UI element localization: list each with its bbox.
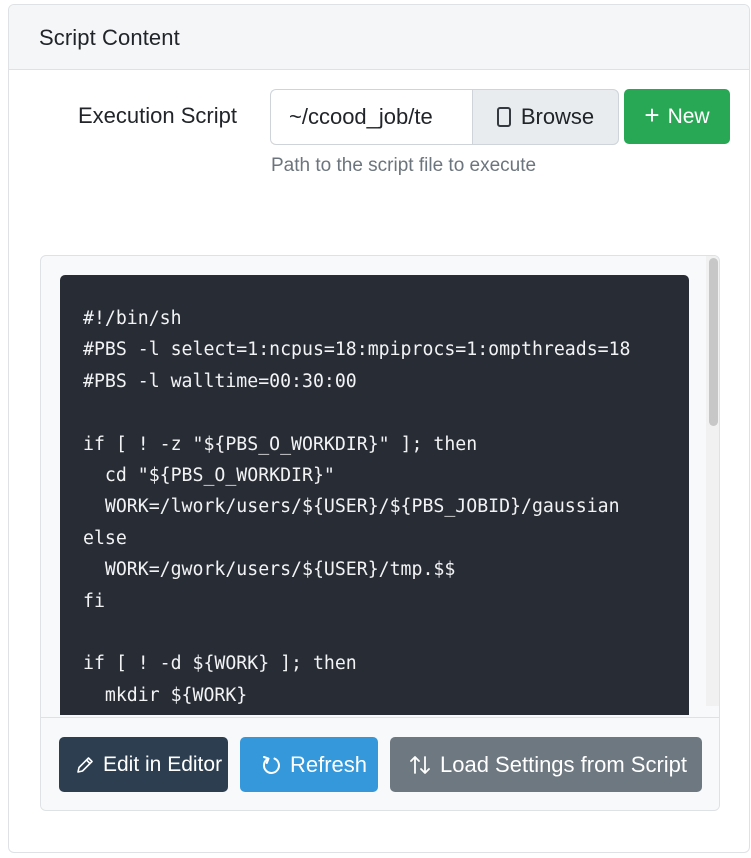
script-content-card: Script Content Execution Script Browse +… — [8, 4, 750, 853]
execution-script-label: Execution Script — [78, 103, 237, 128]
script-code-viewer[interactable]: #!/bin/sh #PBS -l select=1:ncpus=18:mpip… — [60, 275, 689, 715]
load-button-label: Load Settings from Script — [440, 751, 688, 777]
path-help-text: Path to the script file to execute — [271, 155, 537, 176]
sort-arrows-icon — [410, 755, 430, 774]
card-title: Script Content — [39, 25, 180, 50]
new-button-label: New — [667, 104, 710, 128]
new-script-button[interactable]: + New — [624, 89, 730, 144]
pencil-icon — [77, 756, 93, 773]
file-icon — [496, 107, 511, 127]
browse-button-label: Browse — [520, 104, 595, 129]
script-scrollbar[interactable] — [706, 256, 719, 706]
script-preview-panel: #!/bin/sh #PBS -l select=1:ncpus=18:mpip… — [40, 255, 720, 811]
script-path-input[interactable] — [270, 89, 472, 145]
refresh-icon — [263, 755, 280, 774]
script-code-text: #!/bin/sh #PBS -l select=1:ncpus=18:mpip… — [83, 308, 631, 706]
card-header: Script Content — [9, 5, 749, 70]
refresh-button[interactable]: Refresh — [240, 737, 378, 792]
edit-in-editor-button[interactable]: Edit in Editor — [59, 737, 228, 792]
plus-icon: + — [644, 100, 660, 130]
edit-button-label: Edit in Editor — [103, 752, 223, 776]
script-actions-footer: Edit in Editor Refresh Load Settings fro… — [41, 717, 719, 810]
scrollbar-thumb[interactable] — [709, 258, 718, 426]
script-path-input-group: Browse — [270, 89, 619, 145]
browse-button[interactable]: Browse — [472, 89, 619, 145]
refresh-button-label: Refresh — [290, 751, 368, 777]
load-settings-button[interactable]: Load Settings from Script — [390, 737, 702, 792]
